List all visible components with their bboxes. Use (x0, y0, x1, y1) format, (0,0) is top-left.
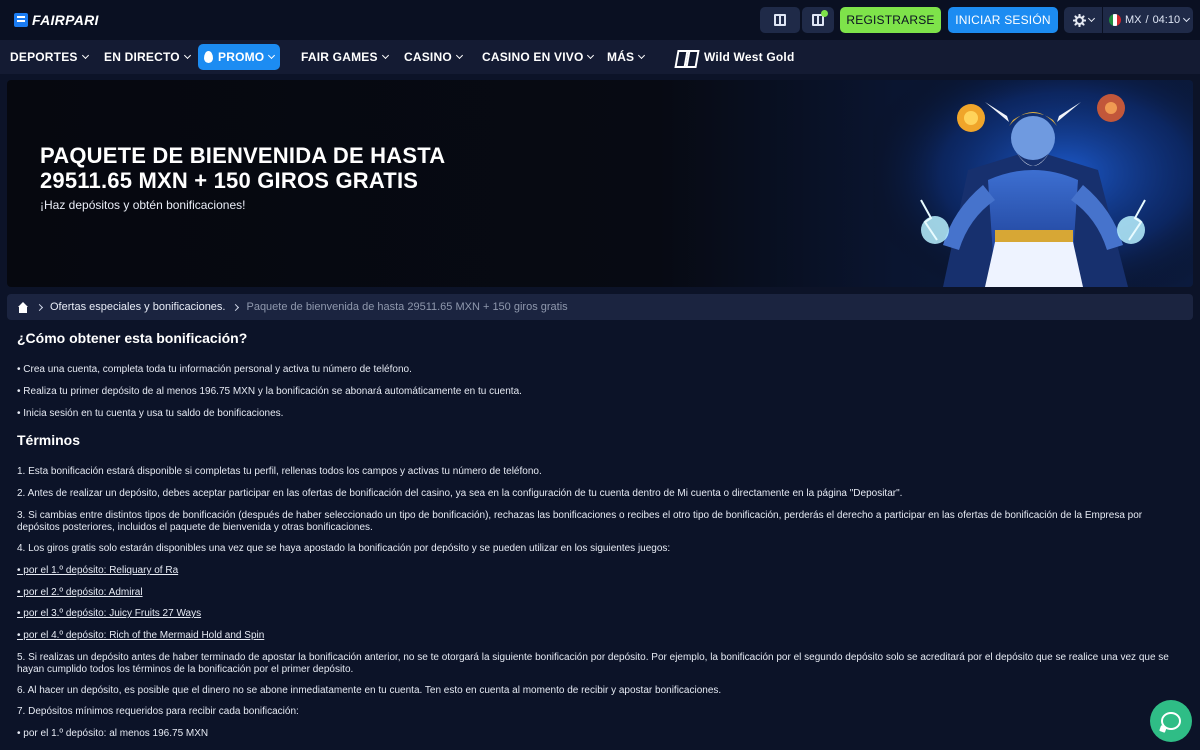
chevron-down-icon (81, 51, 89, 60)
how-to-title: ¿Cómo obtener esta bonificación? (17, 330, 248, 346)
chevron-down-icon (268, 51, 276, 60)
featured-game-label: Wild West Gold (704, 50, 795, 64)
chevron-down-icon (183, 51, 191, 60)
how-to-item: • Inicia sesión en tu cuenta y usa tu sa… (17, 408, 284, 419)
nav-item-label: FAIR GAMES (301, 50, 378, 64)
game-link[interactable]: • por el 1.º depósito: Reliquary of Ra (17, 565, 1177, 577)
nav-item-label: DEPORTES (10, 50, 78, 64)
chevron-down-icon (587, 51, 595, 60)
main-nav: DEPORTES EN DIRECTO PROMO FAIR GAMES CAS… (0, 40, 1200, 74)
nav-item-casino[interactable]: CASINO (404, 44, 463, 70)
chat-button[interactable] (1150, 700, 1192, 742)
locale-separator: / (1145, 14, 1149, 26)
promo-gift-button[interactable] (802, 7, 834, 33)
gear-icon (1072, 13, 1086, 27)
home-icon[interactable] (17, 301, 29, 313)
game-link[interactable]: • por el 4.º depósito: Rich of the Merma… (17, 630, 1177, 642)
zeus-illustration (873, 80, 1193, 287)
nav-item-deportes[interactable]: DEPORTES (10, 44, 89, 70)
banner-title-line: 29511.65 MXN + 150 GIROS GRATIS (40, 168, 419, 193)
flame-icon (204, 51, 213, 63)
nav-item-en-directo[interactable]: EN DIRECTO (104, 44, 191, 70)
chevron-down-icon (1183, 14, 1191, 23)
chevron-down-icon (638, 51, 646, 60)
settings-button[interactable] (1064, 7, 1102, 33)
breadcrumb-link[interactable]: Ofertas especiales y bonificaciones. (50, 301, 225, 313)
register-button[interactable]: REGISTRARSE (840, 7, 941, 33)
terms-item: 1. Esta bonificación estará disponible s… (17, 466, 542, 477)
terms-item: 4. Los giros gratis solo estarán disponi… (17, 543, 671, 554)
breadcrumb-current: Paquete de bienvenida de hasta 29511.65 … (246, 301, 568, 313)
how-to-item: • Realiza tu primer depósito de al menos… (17, 386, 522, 397)
banner-subtitle: ¡Haz depósitos y obtén bonificaciones! (40, 198, 246, 212)
gift-button[interactable] (760, 7, 800, 33)
notification-badge (821, 10, 828, 17)
top-bar: FAIRPARI REGISTRARSE INICIAR SESIÓN MX /… (0, 0, 1200, 40)
chevron-down-icon (1087, 14, 1095, 23)
login-button[interactable]: INICIAR SESIÓN (948, 7, 1058, 33)
terms-item: 7. Depósitos mínimos requeridos para rec… (17, 706, 299, 717)
terms-item: 5. Si realizas un depósito antes de habe… (17, 652, 1169, 675)
chevron-right-icon (232, 303, 240, 311)
brand-name: FAIRPARI (32, 12, 99, 28)
chevron-down-icon (381, 51, 389, 60)
chevron-right-icon (35, 303, 44, 311)
nav-item-label: CASINO (404, 50, 452, 64)
nav-item-featured-game[interactable]: Wild West Gold (674, 44, 794, 70)
nav-item-promo[interactable]: PROMO (198, 44, 281, 70)
banner-title-line: PAQUETE DE BIENVENIDA DE HASTA (40, 143, 446, 168)
logo-icon (14, 13, 28, 27)
nav-item-label: EN DIRECTO (104, 50, 180, 64)
nav-item-mas[interactable]: MÁS (607, 44, 646, 70)
terms-item: 3. Si cambias entre distintos tipos de b… (17, 510, 1143, 533)
game-link[interactable]: • por el 2.º depósito: Admiral (17, 587, 1177, 599)
nav-item-fair-games[interactable]: FAIR GAMES (301, 44, 389, 70)
terms-item: 6. Al hacer un depósito, es posible que … (17, 685, 722, 696)
gift-icon (774, 14, 786, 26)
how-to-item: • Crea una cuenta, completa toda tu info… (17, 364, 412, 375)
chevron-down-icon (455, 51, 463, 60)
terms-title: Términos (17, 432, 81, 448)
clock-time: 04:10 (1152, 14, 1181, 26)
nav-item-label: PROMO (218, 50, 265, 64)
locale-code: MX (1125, 14, 1142, 26)
brand-logo[interactable]: FAIRPARI (14, 12, 99, 28)
slot-game-icon (674, 49, 696, 65)
breadcrumb: Ofertas especiales y bonificaciones. Paq… (7, 294, 1193, 320)
terms-item: • por el 1.º depósito: al menos 196.75 M… (17, 728, 209, 739)
mexico-flag-icon (1109, 14, 1121, 26)
nav-item-casino-en-vivo[interactable]: CASINO EN VIVO (482, 44, 595, 70)
terms-item: 2. Antes de realizar un depósito, debes … (17, 488, 903, 499)
chat-icon (1161, 712, 1181, 730)
nav-item-label: CASINO EN VIVO (482, 50, 584, 64)
promo-banner: PAQUETE DE BIENVENIDA DE HASTA 29511.65 … (7, 80, 1193, 287)
nav-item-label: MÁS (607, 50, 635, 64)
game-link[interactable]: • por el 3.º depósito: Juicy Fruits 27 W… (17, 608, 1177, 620)
locale-selector[interactable]: MX / 04:10 (1103, 7, 1193, 33)
banner-title: PAQUETE DE BIENVENIDA DE HASTA 29511.65 … (40, 143, 460, 193)
